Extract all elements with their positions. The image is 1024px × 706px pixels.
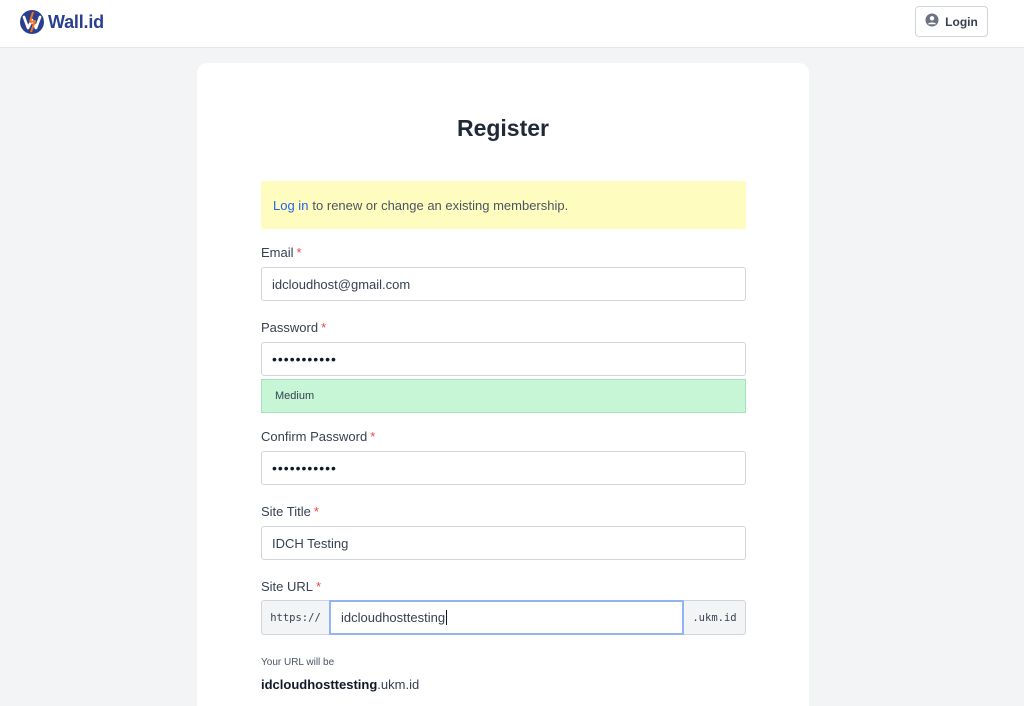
url-suffix: .ukm.id — [684, 600, 746, 635]
required-marker: * — [316, 579, 322, 594]
required-marker: * — [296, 245, 302, 260]
register-card: Register Log in to renew or change an ex… — [197, 63, 809, 706]
confirm-password-label-text: Confirm Password — [261, 429, 368, 444]
site-url-field[interactable]: idcloudhosttesting — [329, 600, 684, 635]
membership-notice: Log in to renew or change an existing me… — [261, 181, 746, 229]
password-strength-indicator: Medium — [261, 379, 746, 413]
url-preview: idcloudhosttesting.ukm.id — [261, 677, 419, 692]
password-label: Password * — [261, 320, 326, 335]
password-value: ••••••••••• — [272, 351, 337, 367]
url-preview-subdomain: idcloudhosttesting — [261, 677, 378, 692]
confirm-password-label: Confirm Password * — [261, 429, 375, 444]
site-url-label-text: Site URL — [261, 579, 314, 594]
page-title: Register — [456, 115, 550, 141]
url-preview-domain: .ukm.id — [377, 677, 420, 692]
user-circle-icon — [925, 13, 945, 30]
email-field[interactable]: idcloudhost@gmail.com — [261, 267, 746, 301]
brand[interactable]: Wall.id — [19, 9, 104, 35]
site-title-value: IDCH Testing — [272, 535, 349, 551]
email-label: Email * — [261, 245, 302, 260]
email-value: idcloudhost@gmail.com — [272, 276, 411, 292]
wall-id-logo-icon — [19, 9, 45, 35]
top-navbar: Wall.id Login — [0, 0, 1024, 48]
email-label-text: Email — [261, 245, 294, 260]
notice-text: to renew or change an existing membershi… — [312, 197, 569, 213]
site-url-label: Site URL * — [261, 579, 321, 594]
confirm-password-field[interactable]: ••••••••••• — [261, 451, 746, 485]
brand-name: Wall.id — [48, 11, 104, 32]
required-marker: * — [313, 504, 319, 519]
login-button-label: Login — [945, 14, 978, 29]
site-url-value: idcloudhosttesting — [341, 610, 446, 625]
site-title-field[interactable]: IDCH Testing — [261, 526, 746, 560]
site-url-group: https:// idcloudhosttesting .ukm.id — [261, 600, 746, 635]
required-marker: * — [321, 320, 327, 335]
url-prefix: https:// — [261, 600, 329, 635]
login-link[interactable]: Log in — [273, 198, 308, 213]
confirm-password-value: ••••••••••• — [272, 460, 337, 476]
required-marker: * — [370, 429, 376, 444]
login-button[interactable]: Login — [915, 6, 988, 37]
text-caret — [446, 610, 448, 625]
password-label-text: Password — [261, 320, 319, 335]
site-title-label: Site Title * — [261, 504, 319, 519]
password-strength-text: Medium — [275, 390, 315, 402]
site-title-label-text: Site Title — [261, 504, 311, 519]
url-help-text: Your URL will be — [261, 657, 335, 668]
password-field[interactable]: ••••••••••• — [261, 342, 746, 376]
